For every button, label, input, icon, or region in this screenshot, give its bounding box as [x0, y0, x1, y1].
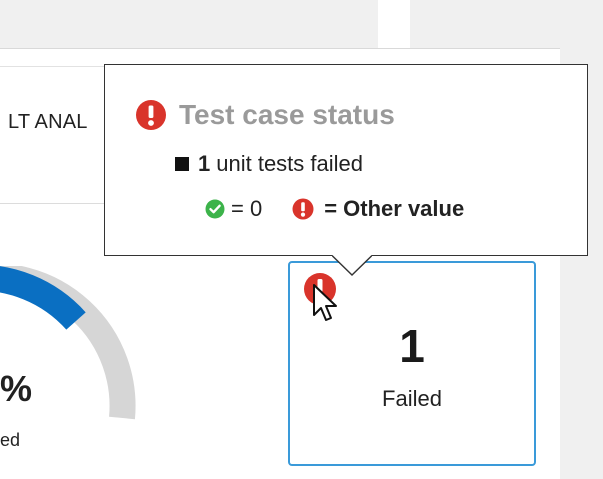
tooltip-arrow	[332, 255, 372, 276]
header-bar	[0, 0, 603, 48]
tooltip-title-row: Test case status	[135, 99, 395, 131]
tab-result-analysis[interactable]: LT ANAL	[8, 111, 88, 134]
legend-other-text: = Other value	[324, 196, 465, 221]
tooltip-failed-line: 1 unit tests failed	[175, 151, 363, 177]
failed-count: 1	[399, 320, 425, 372]
failed-label: Failed	[382, 386, 442, 411]
mouse-pointer-icon	[313, 284, 337, 321]
failed-tests-text: unit tests failed	[216, 151, 363, 176]
error-circle-icon	[136, 100, 166, 130]
check-circle-icon	[205, 199, 225, 219]
gauge-percent: %	[0, 368, 33, 409]
test-case-status-tooltip: Test case status 1 unit tests failed = 0…	[104, 64, 588, 256]
gauge-label: ed	[0, 430, 21, 450]
failed-tests-count: 1	[198, 151, 211, 176]
legend-square-icon	[175, 157, 189, 171]
error-circle-icon	[292, 198, 314, 220]
tooltip-legend-line: = 0 = Other value	[205, 196, 464, 222]
header-gap	[378, 0, 410, 48]
tooltip-title: Test case status	[179, 99, 395, 130]
legend-ok-text: = 0	[231, 196, 263, 221]
